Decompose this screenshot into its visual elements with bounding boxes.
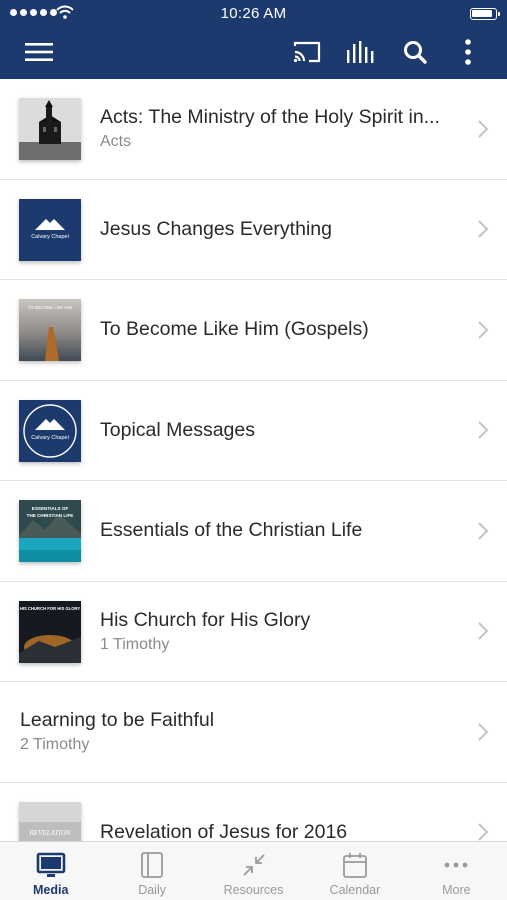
chevron-right-icon: [478, 723, 489, 741]
series-thumbnail: ESSENTIALS OF THE CHRISTIAN LIFE: [19, 500, 81, 562]
navigation-header: 10:26 AM: [0, 0, 507, 79]
cast-icon: [293, 41, 321, 63]
tab-media[interactable]: Media: [0, 842, 101, 900]
item-title: Revelation of Jesus for 2016: [100, 820, 348, 841]
thumbnail-text: REVELATION: [29, 829, 71, 837]
chevron-right-icon: [478, 321, 489, 339]
item-title: Essentials of the Christian Life: [100, 519, 363, 542]
church-photo-image: [19, 98, 81, 160]
list-item[interactable]: Calvary Chapel Jesus Changes Everything: [0, 180, 507, 280]
monitor-icon: [36, 852, 66, 877]
chevron-right-icon: [478, 622, 489, 640]
item-subtitle: 1 Timothy: [100, 635, 170, 653]
series-thumbnail: HIS CHURCH FOR HIS GLORY: [19, 600, 81, 663]
logo-text: Calvary Chapel: [31, 435, 69, 441]
chevron-right-icon: [478, 120, 489, 138]
book-icon: [141, 852, 164, 878]
more-options-button[interactable]: [450, 36, 486, 68]
status-bar: 10:26 AM: [0, 0, 507, 28]
calvary-chapel-circle-logo: Calvary Chapel: [19, 399, 81, 462]
more-vertical-icon: [465, 39, 471, 65]
audio-bars-icon: [347, 41, 374, 63]
tab-label: Calendar: [329, 883, 381, 897]
item-subtitle: 2 Timothy: [20, 736, 90, 754]
series-thumbnail: Calvary Chapel: [19, 198, 81, 261]
tab-daily[interactable]: Daily: [101, 842, 202, 900]
item-title: Topical Messages: [100, 418, 255, 441]
tab-calendar[interactable]: Calendar: [304, 842, 405, 900]
chevron-right-icon: [478, 220, 489, 238]
logo-text: Calvary Chapel: [31, 234, 69, 240]
status-time: 10:26 AM: [220, 5, 287, 22]
tab-label: More: [442, 883, 471, 897]
calendar-icon: [343, 853, 367, 878]
tab-more[interactable]: More: [406, 842, 507, 900]
item-title: Jesus Changes Everything: [100, 217, 332, 240]
series-thumbnail: [19, 98, 81, 160]
list-item[interactable]: Learning to be Faithful 2 Timothy: [0, 682, 507, 783]
chevron-right-icon: [478, 823, 489, 841]
tab-label: Daily: [138, 883, 166, 897]
to-become-like-him-image: TO BECOME LIKE HIM: [19, 299, 81, 361]
menu-button[interactable]: [21, 36, 57, 68]
battery-icon: [470, 8, 500, 20]
item-title: To Become Like Him (Gospels): [100, 318, 369, 341]
menu-icon: [25, 43, 53, 61]
cast-button[interactable]: [289, 36, 325, 68]
thumbnail-text: HIS CHURCH FOR HIS GLORY: [20, 606, 81, 611]
essentials-lake-image: ESSENTIALS OF THE CHRISTIAN LIFE: [19, 500, 81, 562]
ellipsis-icon: [444, 862, 468, 868]
his-church-image: HIS CHURCH FOR HIS GLORY: [19, 600, 81, 663]
item-title: Acts: The Ministry of the Holy Spirit in…: [100, 106, 440, 129]
audio-button[interactable]: [343, 36, 379, 68]
list-item[interactable]: HIS CHURCH FOR HIS GLORY His Church for …: [0, 582, 507, 682]
list-item[interactable]: Calvary Chapel Topical Messages: [0, 381, 507, 481]
thumbnail-text: THE CHRISTIAN LIFE: [27, 513, 74, 518]
tab-resources[interactable]: Resources: [203, 842, 304, 900]
thumbnail-text: ESSENTIALS OF: [32, 506, 69, 511]
item-subtitle: Acts: [100, 133, 132, 151]
thumbnail-text: TO BECOME LIKE HIM: [28, 305, 73, 310]
tab-bar: Media Daily Resources Calendar More: [0, 841, 507, 900]
chevron-right-icon: [478, 421, 489, 439]
item-title: His Church for His Glory: [100, 608, 311, 631]
list-item[interactable]: Acts: The Ministry of the Holy Spirit in…: [0, 79, 507, 180]
list-item[interactable]: TO BECOME LIKE HIM To Become Like Him (G…: [0, 280, 507, 381]
chevron-right-icon: [478, 522, 489, 540]
calvary-chapel-logo: Calvary Chapel: [19, 198, 81, 261]
tab-label: Media: [32, 883, 69, 897]
search-button[interactable]: [397, 36, 433, 68]
list-item[interactable]: ESSENTIALS OF THE CHRISTIAN LIFE Essenti…: [0, 481, 507, 582]
series-thumbnail: TO BECOME LIKE HIM: [19, 299, 81, 361]
revelation-image: REVELATION: [19, 801, 81, 841]
collapse-arrows-icon: [242, 854, 265, 876]
list-item[interactable]: REVELATION Revelation of Jesus for 2016: [0, 783, 507, 841]
series-list: Acts: The Ministry of the Holy Spirit in…: [0, 79, 507, 841]
item-title: Learning to be Faithful: [20, 709, 215, 732]
tab-label: Resources: [223, 883, 284, 897]
series-thumbnail: REVELATION: [19, 801, 81, 841]
series-thumbnail: Calvary Chapel: [19, 399, 81, 462]
search-icon: [404, 41, 427, 64]
